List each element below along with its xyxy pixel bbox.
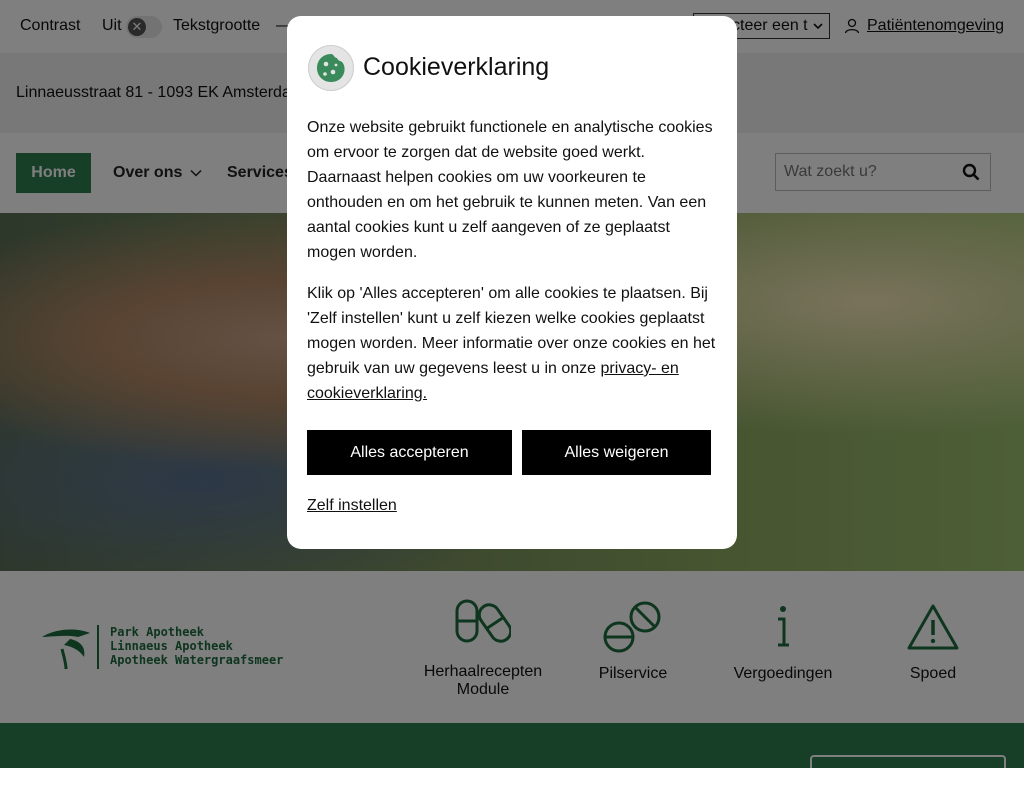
cookie-icon — [308, 45, 354, 91]
cookie-dialog: Cookieverklaring Onze website gebruikt f… — [287, 16, 737, 549]
accept-all-button[interactable]: Alles accepteren — [307, 430, 512, 475]
cookie-dialog-title: Cookieverklaring — [363, 53, 550, 81]
custom-settings-link[interactable]: Zelf instellen — [307, 497, 397, 515]
cookie-intro-text: Onze website gebruikt functionele en ana… — [307, 119, 713, 261]
cookie-info-text: Klik op 'Alles accepteren' om alle cooki… — [307, 281, 719, 406]
reject-all-button[interactable]: Alles weigeren — [522, 430, 711, 475]
